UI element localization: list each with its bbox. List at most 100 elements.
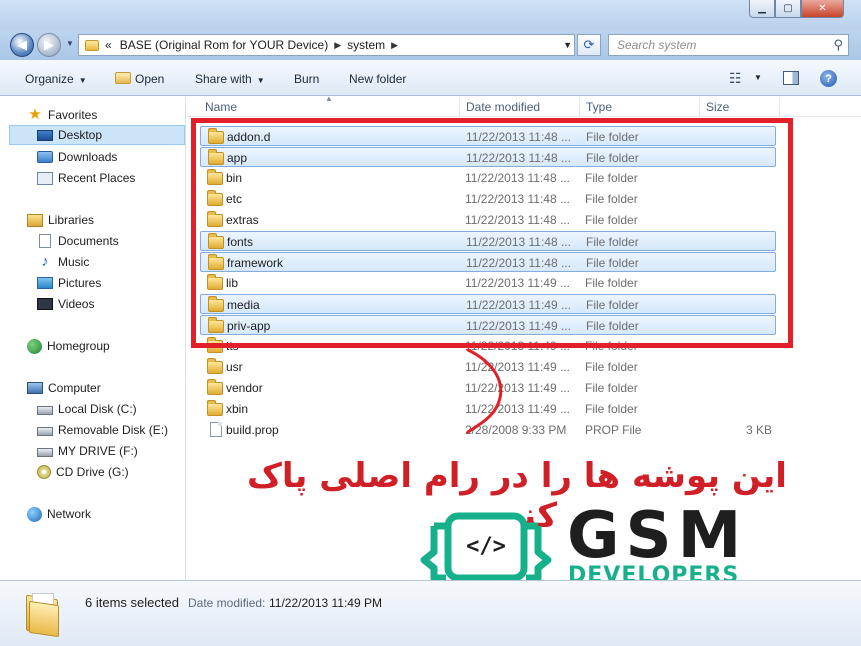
column-divider[interactable] bbox=[579, 97, 580, 117]
file-type: PROP File bbox=[585, 423, 642, 437]
title-bar: ▁ ▢ ✕ bbox=[0, 0, 861, 30]
file-name: fonts bbox=[227, 235, 254, 249]
breadcrumb-separator-icon[interactable]: ▶ bbox=[391, 40, 398, 51]
file-name: addon.d bbox=[227, 130, 271, 144]
burn-button[interactable]: Burn bbox=[294, 72, 319, 86]
file-type: File folder bbox=[586, 319, 639, 333]
sidebar-item-documents[interactable]: Documents bbox=[37, 231, 119, 251]
folder-icon bbox=[207, 211, 223, 227]
minimize-button[interactable]: ▁ bbox=[749, 0, 775, 18]
column-divider[interactable] bbox=[459, 97, 460, 117]
table-row[interactable]: bin 11/22/2013 11:48 ... File folder bbox=[200, 168, 776, 188]
search-placeholder: Search system bbox=[617, 38, 697, 52]
refresh-button[interactable]: ⟳ bbox=[577, 34, 601, 56]
sidebar-item-cd-drive[interactable]: CD Drive (G:) bbox=[37, 462, 129, 482]
file-type: File folder bbox=[586, 256, 639, 270]
file-size: 3 KB bbox=[745, 423, 772, 437]
file-type: File folder bbox=[585, 171, 638, 185]
sidebar-item-network[interactable]: Network bbox=[27, 504, 91, 524]
sidebar-item-removable-disk[interactable]: Removable Disk (E:) bbox=[37, 420, 168, 440]
column-name[interactable]: Name bbox=[205, 100, 237, 114]
breadcrumb-base[interactable]: BASE (Original Rom for YOUR Device) bbox=[120, 38, 329, 52]
column-divider[interactable] bbox=[699, 97, 700, 117]
chevron-down-icon: ▼ bbox=[256, 76, 265, 85]
sidebar-item-homegroup[interactable]: Homegroup bbox=[27, 336, 110, 356]
open-button[interactable]: Open bbox=[115, 72, 164, 86]
table-row[interactable]: extras 11/22/2013 11:48 ... File folder bbox=[200, 210, 776, 230]
address-dropdown-icon[interactable]: ▼ bbox=[563, 35, 572, 55]
sidebar-label: Desktop bbox=[58, 128, 103, 142]
recent-pages-dropdown[interactable]: ▼ bbox=[66, 39, 74, 48]
back-button[interactable]: ◀ bbox=[10, 33, 34, 57]
file-date-modified: 11/22/2013 11:49 ... bbox=[465, 276, 570, 290]
file-type: File folder bbox=[585, 339, 638, 353]
sidebar-item-pictures[interactable]: Pictures bbox=[37, 273, 101, 293]
table-row[interactable]: etc 11/22/2013 11:48 ... File folder bbox=[200, 189, 776, 209]
file-name: xbin bbox=[226, 402, 249, 416]
table-row[interactable]: addon.d 11/22/2013 11:48 ... File folder bbox=[200, 126, 776, 146]
table-row[interactable]: media 11/22/2013 11:49 ... File folder bbox=[200, 294, 776, 314]
sidebar-item-videos[interactable]: Videos bbox=[37, 294, 94, 314]
hard-drive-icon bbox=[37, 406, 53, 415]
sidebar-item-my-drive[interactable]: MY DRIVE (F:) bbox=[37, 441, 138, 461]
table-row[interactable]: framework 11/22/2013 11:48 ... File folder bbox=[200, 252, 776, 272]
file-name: build.prop bbox=[226, 423, 279, 437]
column-divider[interactable] bbox=[779, 97, 780, 117]
file-name: tts bbox=[226, 339, 239, 353]
sidebar-label: Removable Disk (E:) bbox=[58, 423, 169, 437]
breadcrumb-system[interactable]: system bbox=[347, 38, 385, 52]
folder-icon bbox=[207, 190, 223, 206]
address-bar[interactable]: « BASE (Original Rom for YOUR Device) ▶ … bbox=[78, 34, 575, 56]
sidebar-item-libraries[interactable]: Libraries bbox=[27, 210, 94, 230]
open-label: Open bbox=[135, 72, 165, 86]
sidebar-item-computer[interactable]: Computer bbox=[27, 378, 101, 398]
share-with-button[interactable]: Share with ▼ bbox=[195, 72, 265, 86]
maximize-button[interactable]: ▢ bbox=[775, 0, 801, 18]
column-size[interactable]: Size bbox=[706, 100, 729, 114]
table-row[interactable]: fonts 11/22/2013 11:48 ... File folder bbox=[200, 231, 776, 251]
table-row[interactable]: vendor 11/22/2013 11:49 ... File folder bbox=[200, 378, 776, 398]
folder-icon bbox=[208, 317, 224, 333]
forward-button[interactable]: ▶ bbox=[37, 33, 61, 57]
sidebar-label: MY DRIVE (F:) bbox=[58, 444, 138, 458]
breadcrumb-overflow[interactable]: « bbox=[105, 38, 112, 52]
table-row[interactable]: usr 11/22/2013 11:49 ... File folder bbox=[200, 357, 776, 377]
chevron-down-icon: ▼ bbox=[78, 76, 87, 85]
folder-icon bbox=[24, 591, 62, 638]
file-name: bin bbox=[226, 171, 243, 185]
desktop-icon bbox=[37, 129, 53, 141]
column-date-modified[interactable]: Date modified bbox=[466, 100, 540, 114]
folder-icon bbox=[207, 337, 223, 353]
cd-drive-icon bbox=[37, 465, 51, 479]
breadcrumb-separator-icon[interactable]: ▶ bbox=[334, 40, 341, 51]
table-row[interactable]: lib 11/22/2013 11:49 ... File folder bbox=[200, 273, 776, 293]
file-type: File folder bbox=[585, 213, 638, 227]
sidebar-item-local-disk[interactable]: Local Disk (C:) bbox=[37, 399, 137, 419]
search-input[interactable]: Search system ⚲ bbox=[608, 34, 849, 56]
logo-title: GSM bbox=[567, 499, 748, 573]
open-folder-icon bbox=[115, 72, 131, 84]
table-row[interactable]: tts 11/22/2013 11:49 ... File folder bbox=[200, 336, 776, 356]
column-type[interactable]: Type bbox=[586, 100, 612, 114]
sidebar-label: Homegroup bbox=[47, 339, 110, 353]
folder-icon bbox=[208, 254, 224, 270]
chevron-down-icon[interactable]: ▼ bbox=[754, 73, 762, 82]
new-folder-button[interactable]: New folder bbox=[349, 72, 406, 86]
preview-pane-icon[interactable] bbox=[783, 71, 799, 85]
table-row[interactable]: xbin 11/22/2013 11:49 ... File folder bbox=[200, 399, 776, 419]
sidebar-label: Pictures bbox=[58, 276, 102, 290]
file-type: File folder bbox=[585, 276, 638, 290]
table-row[interactable]: build.prop 2/28/2008 9:33 PM PROP File 3 KB bbox=[200, 420, 776, 440]
table-row[interactable]: app 11/22/2013 11:48 ... File folder bbox=[200, 147, 776, 167]
sidebar-item-downloads[interactable]: Downloads bbox=[37, 147, 117, 167]
sidebar-item-favorites[interactable]: ★ Favorites bbox=[27, 105, 97, 125]
search-icon[interactable]: ⚲ bbox=[833, 37, 843, 53]
sidebar-item-desktop[interactable]: Desktop bbox=[9, 125, 185, 145]
table-row[interactable]: priv-app 11/22/2013 11:49 ... File folder bbox=[200, 315, 776, 335]
close-button[interactable]: ✕ bbox=[801, 0, 844, 18]
organize-button[interactable]: Organize ▼ bbox=[25, 72, 87, 86]
view-options-icon[interactable]: ☷ bbox=[729, 70, 742, 87]
sidebar-item-music[interactable]: ♪ Music bbox=[37, 252, 89, 272]
help-icon[interactable]: ? bbox=[820, 70, 837, 87]
sidebar-item-recent-places[interactable]: Recent Places bbox=[37, 168, 135, 188]
